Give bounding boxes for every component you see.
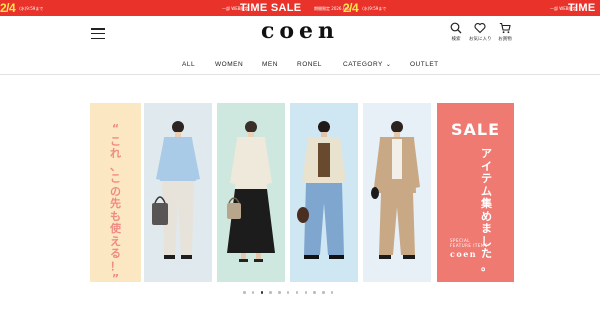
- copy-char: る: [110, 247, 121, 260]
- ticker-note: 一部 WEB限定: [222, 5, 249, 11]
- sale-copy-text: アイテム集めました。: [481, 147, 492, 273]
- copy-char: 集: [481, 197, 492, 210]
- copy-char: れ: [110, 147, 121, 160]
- carousel-dot[interactable]: [278, 291, 281, 294]
- banner-copy-panel: “これ、この先も使える！”: [90, 103, 141, 282]
- ticker-note: (水)9:59まで: [19, 5, 44, 11]
- nav-item-all[interactable]: ALL: [182, 58, 195, 72]
- ticker-item[interactable]: 一部 WEB限定 TIME: [550, 0, 595, 16]
- ticker-note: 期間限定 2026.Feb.: [314, 5, 352, 11]
- nav-category-label: CATEGORY: [343, 61, 383, 68]
- main-nav: ALL WOMEN MEN RONEL CATEGORY ⌄ OUTLET: [0, 58, 600, 72]
- carousel-dot[interactable]: [313, 291, 316, 294]
- cart-button[interactable]: お買物: [494, 22, 516, 42]
- search-button[interactable]: 検索: [445, 22, 467, 42]
- carousel-dot[interactable]: [295, 291, 299, 294]
- copy-char: ”: [111, 272, 120, 282]
- ticker-date: 2/4: [343, 1, 359, 15]
- model-figure: [227, 121, 275, 262]
- chevron-down-icon: ⌄: [385, 62, 392, 68]
- model-figure: [297, 121, 346, 259]
- sale-brand-logo: coen: [450, 249, 478, 259]
- heart-icon: [474, 23, 486, 34]
- copy-char: こ: [110, 172, 121, 185]
- carousel-dot[interactable]: [251, 291, 255, 294]
- carousel-dot[interactable]: [322, 291, 325, 294]
- ticker-item[interactable]: 一部 WEB限定 TIME SALE: [222, 0, 301, 16]
- cart-icon: [499, 22, 511, 34]
- copy-char: ま: [481, 222, 492, 235]
- promo-ticker[interactable]: 2/4 (水)9:59まで 一部 WEB限定 TIME SALE 期間限定 20…: [0, 0, 600, 16]
- cart-label: お買物: [498, 37, 512, 42]
- copy-char: ア: [481, 147, 492, 160]
- ticker-date: 2/4: [0, 1, 16, 15]
- carousel-dot[interactable]: [269, 291, 272, 294]
- carousel-dot[interactable]: [304, 291, 308, 294]
- banner-copy-text: “これ、この先も使える！”: [90, 122, 141, 282]
- sale-panel[interactable]: SALE アイテム集めました。 SPECIAL FEATURE ITEMS co…: [437, 103, 514, 282]
- model-figure: [152, 121, 200, 259]
- copy-char: た: [481, 247, 492, 260]
- ticker-label: TIME: [568, 2, 596, 14]
- copy-char: 。: [481, 259, 492, 273]
- carousel-dot[interactable]: [243, 291, 246, 294]
- nav-item-men[interactable]: MEN: [262, 58, 278, 72]
- model-photo-1[interactable]: [144, 103, 212, 282]
- ticker-note: (水)9:59まで: [362, 5, 387, 11]
- search-label: 検索: [451, 37, 461, 42]
- ticker-item[interactable]: 2/4 (水)9:59まで: [343, 0, 388, 16]
- hero-banner[interactable]: “これ、この先も使える！” SALE ア イ テ ム 集 め ま し た 。 S…: [90, 103, 514, 282]
- header-divider: [0, 74, 600, 75]
- ticker-note: 一部 WEB限定: [550, 5, 577, 11]
- feature-label: SPECIAL FEATURE ITEMS: [450, 238, 488, 248]
- copy-char: 使: [110, 222, 121, 235]
- ticker-item[interactable]: 2/4 (水)9:59まで: [0, 0, 45, 16]
- feature-label-line2: FEATURE ITEMS: [450, 243, 488, 248]
- sale-title: SALE: [450, 120, 501, 139]
- favorites-button[interactable]: お気に入り: [469, 22, 492, 42]
- nav-item-category[interactable]: CATEGORY ⌄: [343, 58, 391, 72]
- carousel-pagination: [243, 291, 363, 295]
- model-figure: [371, 121, 420, 259]
- copy-char: “: [111, 122, 120, 135]
- favorites-label: お気に入り: [469, 37, 492, 42]
- model-photo-3[interactable]: [290, 103, 358, 282]
- site-header: coen 検索 お気に入り お買物: [0, 16, 600, 56]
- ticker-item[interactable]: 期間限定 2026.Feb.: [314, 0, 352, 16]
- copy-char: 先: [110, 197, 121, 210]
- model-photo-2[interactable]: [217, 103, 285, 282]
- ticker-label: TIME SALE: [240, 2, 302, 14]
- carousel-dot[interactable]: [260, 291, 264, 294]
- model-photo-4[interactable]: [363, 103, 431, 282]
- search-icon: [450, 22, 462, 34]
- copy-char: テ: [481, 172, 492, 185]
- nav-item-women[interactable]: WOMEN: [215, 58, 243, 72]
- nav-item-ronel[interactable]: RONEL: [297, 58, 322, 72]
- nav-item-outlet[interactable]: OUTLET: [410, 58, 439, 72]
- carousel-dot[interactable]: [330, 291, 334, 294]
- carousel-dot[interactable]: [286, 291, 290, 294]
